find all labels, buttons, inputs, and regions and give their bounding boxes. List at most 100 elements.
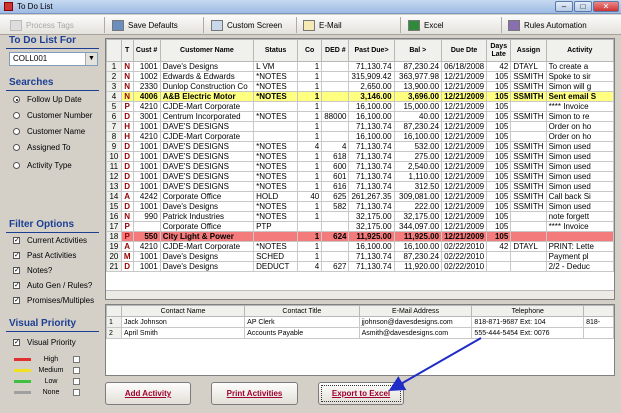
table-cell[interactable]: 87,230.24 — [393, 61, 443, 72]
table-cell[interactable]: 990 — [132, 211, 161, 222]
table-cell[interactable]: 1 — [297, 161, 323, 172]
table-cell[interactable]: *NOTES — [253, 81, 299, 92]
table-cell[interactable]: Simon used — [545, 161, 614, 172]
table-cell[interactable]: Simon used — [545, 141, 614, 152]
priority-checkbox[interactable] — [73, 367, 80, 374]
table-cell[interactable]: *NOTES — [253, 91, 299, 102]
table-cell[interactable]: N — [120, 61, 134, 72]
grid-header-cell[interactable]: Cust # — [132, 39, 161, 62]
table-row[interactable]: 17 P Corporate Office PTP 32,175.00 344,097.0… — [106, 221, 614, 232]
table-cell[interactable]: 71,130.74 — [348, 151, 395, 162]
table-row[interactable]: 8 H 4210 CJDE-Mart Corporate 1 16,100.00 16,10… — [106, 131, 614, 142]
table-cell[interactable]: 1 — [297, 111, 323, 122]
table-cell[interactable]: 105 — [486, 131, 512, 142]
table-cell[interactable]: 3,146.00 — [348, 91, 395, 102]
table-cell[interactable]: 71,130.74 — [348, 171, 395, 182]
table-cell[interactable]: P — [120, 221, 134, 232]
table-cell[interactable]: 11,925.00 — [348, 231, 395, 242]
table-cell[interactable]: *NOTES — [253, 141, 299, 152]
table-cell[interactable]: 616 — [321, 181, 350, 192]
table-cell[interactable]: 32,175.00 — [393, 211, 443, 222]
checkbox-icon[interactable]: ✓ — [13, 237, 20, 244]
table-cell[interactable]: 16,100.00 — [393, 241, 443, 252]
table-cell[interactable]: 12/21/2009 — [441, 111, 488, 122]
contact-header-cell[interactable]: Telephone — [471, 305, 585, 317]
table-cell[interactable]: D — [120, 151, 134, 162]
table-cell[interactable] — [321, 241, 350, 252]
table-cell[interactable]: 16,100.00 — [348, 241, 395, 252]
print-activities-button[interactable]: Print Activities — [211, 382, 298, 405]
table-cell[interactable]: DAVE'S DESIGNS — [159, 171, 255, 182]
table-cell[interactable]: 550 — [132, 231, 161, 242]
table-cell[interactable]: 2/2 - Deduc — [545, 261, 614, 272]
table-cell[interactable]: 363,977.98 — [393, 71, 443, 82]
table-cell[interactable]: SSMITH — [510, 141, 547, 152]
table-cell[interactable]: Spoke to sir — [545, 71, 614, 82]
table-cell[interactable]: 42 — [486, 61, 512, 72]
table-cell[interactable]: SSMITH — [510, 181, 547, 192]
table-cell[interactable]: SSMITH — [510, 91, 547, 102]
table-cell[interactable]: D — [120, 141, 134, 152]
contact-header-cell[interactable]: E-Mail Address — [358, 305, 473, 317]
search-option-customer-name[interactable]: Customer Name — [13, 127, 85, 136]
table-cell[interactable]: *NOTES — [253, 201, 299, 212]
table-cell[interactable]: To create a — [545, 61, 614, 72]
contact-cell[interactable]: jjohnson@davesdesigns.com — [358, 316, 473, 328]
table-cell[interactable]: 4210 — [132, 101, 161, 112]
table-cell[interactable]: 4 — [321, 141, 350, 152]
table-cell[interactable]: *NOTES — [253, 111, 299, 122]
table-cell[interactable] — [253, 121, 299, 132]
todo-for-select[interactable]: COLL001 ▼ — [9, 52, 98, 66]
table-cell[interactable]: 4 — [297, 261, 323, 272]
table-cell[interactable]: 71,130.74 — [348, 181, 395, 192]
table-cell[interactable]: N — [120, 71, 134, 82]
table-cell[interactable]: *NOTES — [253, 171, 299, 182]
table-cell[interactable]: N — [120, 81, 134, 92]
row-number[interactable]: 12 — [106, 171, 122, 182]
radio-icon[interactable] — [13, 144, 20, 151]
row-number[interactable]: 8 — [106, 131, 122, 142]
minimize-button[interactable]: – — [555, 1, 573, 12]
table-cell[interactable] — [253, 101, 299, 112]
row-number[interactable]: 6 — [106, 111, 122, 122]
table-cell[interactable] — [510, 231, 547, 242]
search-option-assigned-to[interactable]: Assigned To — [13, 143, 70, 152]
table-cell[interactable]: 02/22/2010 — [441, 251, 488, 262]
table-row[interactable]: 9 D 1001 DAVE'S DESIGNS *NOTES 4 4 71,130.74 532… — [106, 141, 614, 152]
table-cell[interactable]: 2330 — [132, 81, 161, 92]
contact-header-cell[interactable] — [583, 305, 614, 317]
table-cell[interactable] — [510, 221, 547, 232]
table-cell[interactable]: Sent email S — [545, 91, 614, 102]
table-cell[interactable]: 16,100.00 — [393, 131, 443, 142]
table-cell[interactable]: DAVE'S DESIGNS — [159, 161, 255, 172]
grid-header-cell[interactable] — [106, 39, 122, 62]
table-cell[interactable]: DAVE'S DESIGNS — [159, 181, 255, 192]
table-cell[interactable] — [253, 131, 299, 142]
table-cell[interactable]: 1 — [297, 171, 323, 182]
contact-cell[interactable] — [583, 327, 614, 339]
table-cell[interactable]: 105 — [486, 211, 512, 222]
table-row[interactable]: 20 M 1001 Dave's Designs SCHED 1 71,130.74 87,2… — [106, 251, 614, 262]
row-number[interactable]: 17 — [106, 221, 122, 232]
table-cell[interactable]: 87,230.24 — [393, 251, 443, 262]
table-cell[interactable]: 1 — [297, 81, 323, 92]
table-cell[interactable]: 12/21/2009 — [441, 181, 488, 192]
table-row[interactable]: 13 D 1001 DAVE'S DESIGNS *NOTES 1 616 71,130.74… — [106, 181, 614, 192]
table-cell[interactable]: 627 — [321, 261, 350, 272]
table-cell[interactable] — [321, 251, 350, 262]
search-option-activity-type[interactable]: Activity Type — [13, 161, 72, 170]
table-cell[interactable]: **** Invoice — [545, 221, 614, 232]
table-cell[interactable]: Patrick Industries — [159, 211, 255, 222]
row-number[interactable]: 3 — [106, 81, 122, 92]
priority-checkbox[interactable] — [73, 378, 80, 385]
table-cell[interactable]: 16,100.00 — [348, 111, 395, 122]
table-cell[interactable]: Simon will g — [545, 81, 614, 92]
table-cell[interactable]: 1001 — [132, 161, 161, 172]
row-number[interactable]: 1 — [106, 316, 122, 328]
row-number[interactable]: 9 — [106, 141, 122, 152]
table-row[interactable]: 12 D 1001 DAVE'S DESIGNS *NOTES 1 601 71,130.74… — [106, 171, 614, 182]
table-cell[interactable]: 582 — [321, 201, 350, 212]
table-cell[interactable]: 1001 — [132, 121, 161, 132]
table-cell[interactable]: 2,650.00 — [348, 81, 395, 92]
table-cell[interactable]: 1001 — [132, 181, 161, 192]
